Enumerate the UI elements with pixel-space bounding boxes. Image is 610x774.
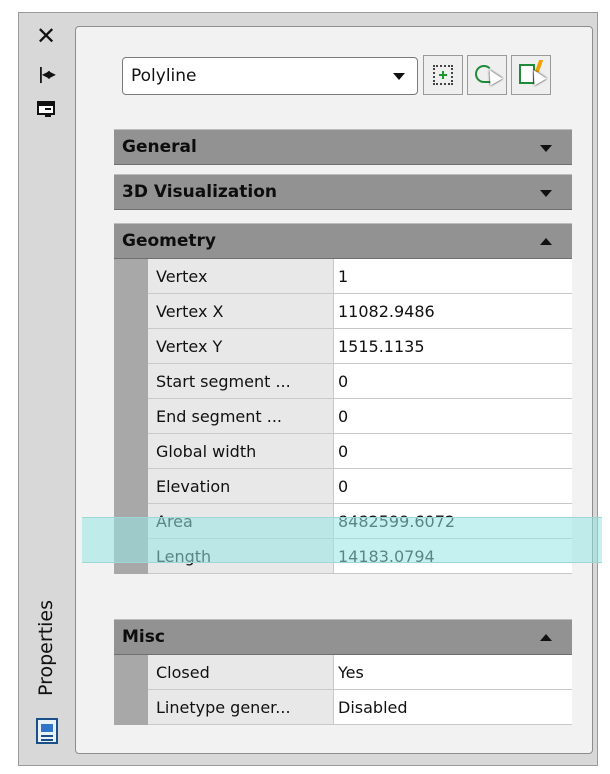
property-name: Vertex Y [148,329,334,363]
geometry-property-list: Vertex 1 Vertex X 11082.9486 Vertex Y 1515.… [114,259,572,574]
property-name: Length [148,539,334,573]
property-value[interactable]: 0 [334,399,572,433]
palette-title-strip: ✕ |◂▸ Properties [19,13,75,765]
property-name: Linetype gener... [148,690,334,724]
property-row[interactable]: End segment ... 0 [148,399,572,434]
property-value[interactable]: 1515.1135 [334,329,572,363]
pick-add-icon [433,65,453,85]
quick-select-button[interactable] [511,55,551,95]
chevron-up-icon [540,634,552,641]
property-name: Closed [148,655,334,689]
property-row[interactable]: Vertex Y 1515.1135 [148,329,572,364]
chevron-down-icon [540,145,552,152]
close-icon[interactable]: ✕ [33,22,59,50]
palette-title: Properties [35,599,57,697]
section-title: 3D Visualization [122,182,277,202]
property-name: Area [148,504,334,538]
misc-property-list: Closed Yes Linetype gener... Disabled [114,655,572,725]
property-value[interactable]: 11082.9486 [334,294,572,328]
property-row[interactable]: Length 14183.0794 [148,539,572,574]
section-geometry[interactable]: Geometry [114,223,572,259]
chevron-up-icon [540,238,552,245]
property-value[interactable]: Yes [334,655,572,689]
auto-hide-icon[interactable]: |◂▸ [33,60,59,86]
section-title: General [122,137,197,157]
properties-palette-icon [36,718,58,744]
properties-panel: Polyline General 3D Visualization Geomet… [75,26,593,754]
property-row[interactable]: Closed Yes [148,655,572,690]
property-row-area[interactable]: Area 8482599.6072 [148,504,572,539]
property-name: Global width [148,434,334,468]
property-row[interactable]: Vertex 1 [148,259,572,294]
property-row[interactable]: Start segment ... 0 [148,364,572,399]
property-name: End segment ... [148,399,334,433]
property-name: Vertex [148,259,334,293]
section-3d-visualization[interactable]: 3D Visualization [114,174,572,210]
properties-palette: ✕ |◂▸ Properties Polyline General 3D Vis… [18,12,598,766]
toggle-pickadd-button[interactable] [423,55,463,95]
property-value[interactable]: 0 [334,434,572,468]
property-row[interactable]: Vertex X 11082.9486 [148,294,572,329]
section-title: Geometry [122,231,216,251]
property-row[interactable]: Elevation 0 [148,469,572,504]
property-value[interactable]: 1 [334,259,572,293]
object-type-dropdown[interactable]: Polyline [122,57,418,95]
property-row[interactable]: Linetype gener... Disabled [148,690,572,725]
section-title: Misc [122,627,165,647]
chevron-down-icon [393,73,405,80]
property-value[interactable]: 0 [334,364,572,398]
property-row[interactable]: Global width 0 [148,434,572,469]
property-value[interactable]: 0 [334,469,572,503]
property-value[interactable]: Disabled [334,690,572,724]
section-general[interactable]: General [114,129,572,165]
property-name: Vertex X [148,294,334,328]
chevron-down-icon [540,190,552,197]
property-name: Elevation [148,469,334,503]
property-name: Start segment ... [148,364,334,398]
section-misc[interactable]: Misc [114,619,572,655]
property-value[interactable]: 14183.0794 [334,539,572,573]
properties-menu-icon[interactable] [33,95,59,121]
select-objects-button[interactable] [467,55,507,95]
object-type-value: Polyline [131,66,197,86]
property-value[interactable]: 8482599.6072 [334,504,572,538]
